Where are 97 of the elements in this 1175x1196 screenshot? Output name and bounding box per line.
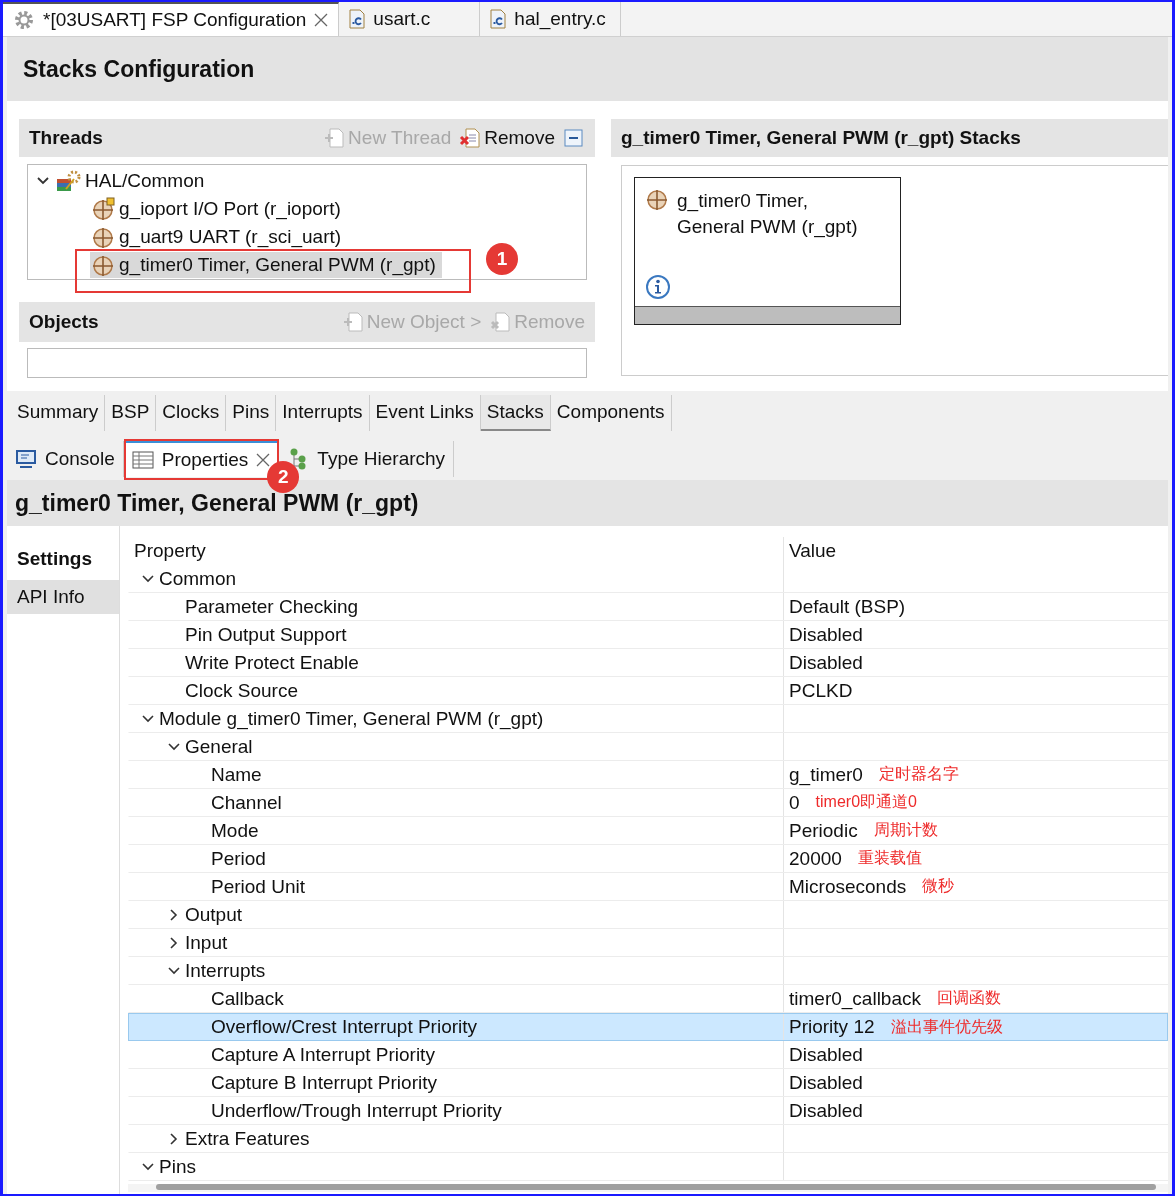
tab-label: Properties <box>161 449 249 471</box>
view-tab[interactable]: Properties <box>123 441 280 477</box>
property-name: Interrupts <box>185 959 266 982</box>
property-value[interactable]: 0 <box>789 791 800 814</box>
property-name: General <box>185 735 253 758</box>
config-tab[interactable]: BSP <box>105 395 157 431</box>
tab-label: Type Hierarchy <box>317 448 446 470</box>
annotation-note: 周期计数 <box>873 820 938 840</box>
property-value[interactable]: Disabled <box>789 1043 863 1066</box>
card-title: g_timer0 Timer, <box>677 189 809 214</box>
property-name: Input <box>185 931 228 954</box>
tab-label: Console <box>45 448 115 470</box>
property-value[interactable]: PCLKD <box>789 679 853 702</box>
property-value[interactable]: Default (BSP) <box>789 595 906 618</box>
property-name: Output <box>185 903 243 926</box>
property-name: Callback <box>211 987 284 1010</box>
property-name: Period Unit <box>211 875 305 898</box>
collapse-icon[interactable] <box>563 127 585 149</box>
annotation-note: 定时器名字 <box>878 764 959 784</box>
tab-label: hal_entry.c <box>514 8 606 30</box>
stack-gear-icon <box>56 169 82 193</box>
close-icon[interactable] <box>314 13 329 27</box>
property-value[interactable]: Microseconds <box>789 875 907 898</box>
config-tab[interactable]: Summary <box>11 395 106 431</box>
crosshair-icon <box>92 225 116 249</box>
property-name: Channel <box>211 791 282 814</box>
tree-item[interactable]: g_uart9 UART (r_sci_uart) <box>90 224 348 250</box>
table-icon <box>131 450 154 470</box>
delete-page-icon <box>489 311 512 333</box>
editor-tab[interactable]: usart.c <box>339 2 481 36</box>
config-tab[interactable]: Clocks <box>156 395 227 431</box>
property-name: Capture B Interrupt Priority <box>211 1071 437 1094</box>
crosshair-icon <box>92 253 116 277</box>
gear-icon <box>13 9 35 31</box>
property-name: Extra Features <box>185 1127 310 1150</box>
property-name: Name <box>211 763 262 786</box>
stack-card[interactable]: g_timer0 Timer, General PWM (r_gpt) <box>634 177 901 325</box>
info-icon[interactable] <box>645 274 671 300</box>
tab-label: *[03USART] FSP Configuration <box>43 9 307 31</box>
tab-label: usart.c <box>373 8 431 30</box>
config-tab[interactable]: Event Links <box>369 395 481 431</box>
section-title: g_timer0 Timer, General PWM (r_gpt) Stacks <box>621 127 1021 149</box>
property-value[interactable]: Disabled <box>789 1071 863 1094</box>
annotation-note: 溢出事件优先级 <box>890 1016 1003 1037</box>
close-icon[interactable] <box>256 453 271 467</box>
property-name: Pin Output Support <box>185 623 347 646</box>
delete-page-icon <box>459 127 482 149</box>
config-tab[interactable]: Interrupts <box>276 395 370 431</box>
section-title: Threads <box>29 127 103 149</box>
property-name: Clock Source <box>185 679 298 702</box>
add-page-icon <box>341 311 364 333</box>
property-value[interactable]: 20000 <box>789 847 842 870</box>
c-file-icon <box>349 9 366 29</box>
scrollbar-thumb[interactable] <box>156 1184 1156 1190</box>
view-tab[interactable]: Console <box>7 441 124 477</box>
annotation-note: 微秒 <box>922 876 955 896</box>
module-icon <box>645 188 669 212</box>
property-value[interactable]: timer0_callback <box>789 987 921 1010</box>
property-value[interactable]: Disabled <box>789 623 863 646</box>
property-value[interactable]: Priority 12 <box>789 1016 875 1038</box>
property-value[interactable]: Disabled <box>789 1099 863 1122</box>
crosshair-icon <box>92 197 116 221</box>
property-name: Common <box>159 567 237 590</box>
tree-item[interactable]: HAL/Common <box>54 168 211 194</box>
annotation-note: timer0即通道0 <box>815 792 917 812</box>
editor-tab[interactable]: *[03USART] FSP Configuration <box>3 2 340 36</box>
column-header: Property <box>134 540 206 562</box>
property-value[interactable]: Periodic <box>789 819 858 842</box>
column-header: Value <box>789 540 837 562</box>
property-name: Mode <box>211 819 259 842</box>
property-name: Write Protect Enable <box>185 651 359 674</box>
callout-badge: 1 <box>486 243 518 275</box>
page-title: Stacks Configuration <box>23 55 255 83</box>
property-name: Pins <box>159 1155 196 1178</box>
card-title: General PWM (r_gpt) <box>677 215 858 240</box>
side-tab[interactable]: API Info <box>7 580 119 614</box>
tree-item[interactable]: g_ioport I/O Port (r_ioport) <box>90 196 347 222</box>
property-value[interactable]: g_timer0 <box>789 763 863 786</box>
property-name: Overflow/Crest Interrupt Priority <box>211 1016 478 1038</box>
editor-tab[interactable]: hal_entry.c <box>480 2 622 36</box>
property-name: Module g_timer0 Timer, General PWM (r_gpt) <box>159 707 544 730</box>
config-tab[interactable]: Pins <box>226 395 277 431</box>
property-name: Underflow/Trough Interrupt Priority <box>211 1099 502 1122</box>
c-file-icon <box>490 9 507 29</box>
property-name: Period <box>211 847 266 870</box>
property-value[interactable]: Disabled <box>789 651 863 674</box>
monitor-icon <box>15 449 37 469</box>
property-name: Parameter Checking <box>185 595 359 618</box>
add-page-icon <box>323 127 346 149</box>
tree-item[interactable]: g_timer0 Timer, General PWM (r_gpt) <box>90 252 442 278</box>
remove-button[interactable]: Remove <box>459 127 555 149</box>
config-tab[interactable]: Components <box>550 395 672 431</box>
property-name: Capture A Interrupt Priority <box>211 1043 435 1066</box>
annotation-note: 重装载值 <box>857 848 922 868</box>
annotation-note: 回调函数 <box>937 988 1001 1008</box>
config-tab[interactable]: Stacks <box>480 395 551 431</box>
section-title: Objects <box>29 311 99 333</box>
